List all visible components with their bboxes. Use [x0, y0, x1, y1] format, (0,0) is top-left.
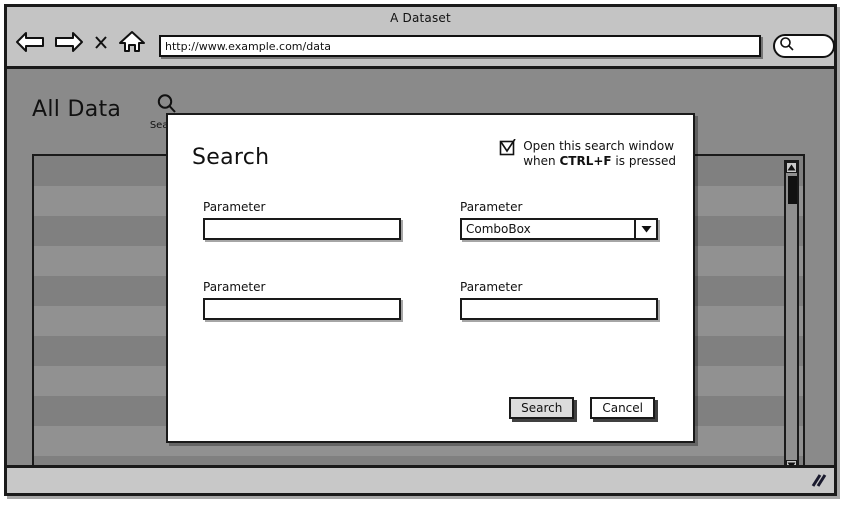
browser-window: A Dataset http://www.example.com/data Al… [4, 4, 837, 496]
browser-chrome: A Dataset http://www.example.com/data [7, 7, 835, 69]
parameter-input-1[interactable] [203, 218, 401, 240]
triangle-up-icon [787, 164, 796, 171]
search-icon [779, 36, 795, 56]
ctrl-f-option-line2-prefix: when [523, 154, 560, 168]
parameter-field-1: Parameter [203, 200, 401, 240]
combobox-value: ComboBox [466, 222, 531, 236]
dialog-title: Search [192, 145, 270, 170]
stop-icon[interactable] [93, 32, 109, 52]
vertical-scrollbar[interactable] [784, 160, 799, 473]
forward-icon[interactable] [54, 30, 84, 54]
scrollbar-thumb[interactable] [788, 176, 797, 204]
parameter-input-3[interactable] [203, 298, 401, 320]
url-text: http://www.example.com/data [165, 39, 331, 53]
cancel-button[interactable]: Cancel [590, 397, 655, 419]
navigation-controls [15, 29, 146, 55]
ctrl-f-option-line2-suffix: is pressed [611, 154, 676, 168]
parameter-label-4: Parameter [460, 280, 523, 294]
status-bar [7, 465, 834, 493]
screen: A Dataset http://www.example.com/data Al… [0, 0, 843, 505]
parameter-combobox[interactable]: ComboBox [460, 218, 658, 240]
ctrl-f-shortcut: CTRL+F [559, 154, 612, 168]
resize-grip-icon[interactable] [810, 473, 828, 493]
url-bar[interactable]: http://www.example.com/data [159, 35, 761, 57]
browser-search-box[interactable] [773, 34, 835, 58]
search-button[interactable]: Search [509, 397, 575, 419]
parameter-field-2: Parameter ComboBox [460, 200, 658, 240]
chevron-down-icon[interactable] [634, 220, 656, 238]
parameter-label-1: Parameter [203, 200, 266, 214]
ctrl-f-option-row[interactable]: Open this search window when CTRL+F is p… [499, 138, 676, 169]
ctrl-f-option-line1: Open this search window [523, 139, 675, 153]
page-title: All Data [32, 97, 122, 122]
home-icon[interactable] [118, 29, 146, 55]
ctrl-f-option-label: Open this search window when CTRL+F is p… [523, 139, 676, 169]
window-title: A Dataset [390, 11, 451, 25]
parameter-field-4: Parameter [460, 280, 658, 320]
dialog-actions: Search Cancel [509, 397, 655, 419]
parameter-field-3: Parameter [203, 280, 401, 320]
parameter-label-3: Parameter [203, 280, 266, 294]
back-icon[interactable] [15, 30, 45, 54]
parameter-input-4[interactable] [460, 298, 658, 320]
checkbox-checked-icon[interactable] [499, 138, 516, 160]
parameter-label-2: Parameter [460, 200, 523, 214]
search-dialog: Search Open this search window when CTRL… [166, 113, 695, 443]
scroll-up-button[interactable] [786, 162, 797, 173]
